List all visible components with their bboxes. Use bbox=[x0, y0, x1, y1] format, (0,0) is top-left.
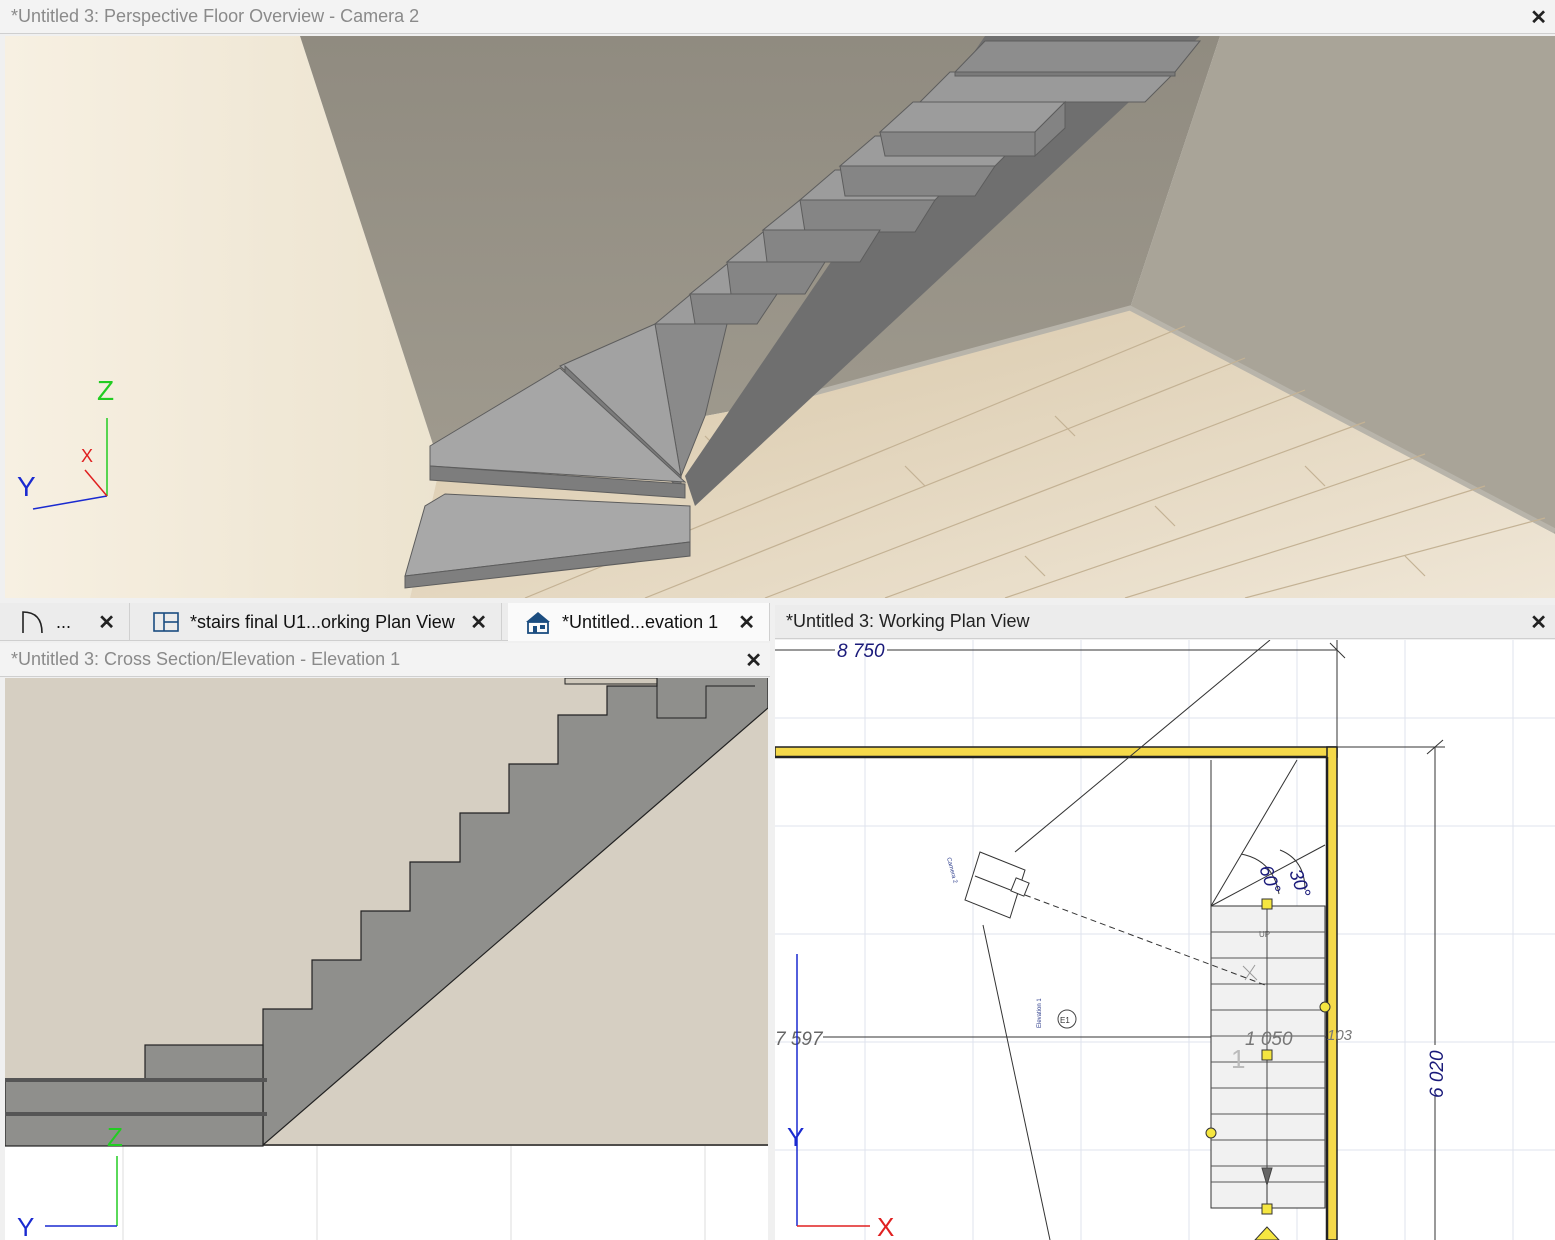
close-tab-arc-icon[interactable]: ✕ bbox=[98, 610, 115, 635]
elevation-view[interactable]: Z Y bbox=[5, 678, 768, 1240]
plan-axis-y-label: Y bbox=[787, 1122, 804, 1152]
dim-angle-b: 30° bbox=[1284, 867, 1314, 902]
elevation-window-title: *Untitled 3: Cross Section/Elevation - E… bbox=[11, 649, 401, 669]
elevation-window-titlebar[interactable]: *Untitled 3: Cross Section/Elevation - E… bbox=[0, 643, 770, 677]
plan-up-label: UP bbox=[1259, 930, 1270, 939]
camera-window-title: *Untitled 3: Perspective Floor Overview … bbox=[11, 6, 420, 26]
plan-axis-x-label: X bbox=[877, 1212, 894, 1240]
dim-left-offset: 7 597 bbox=[775, 1029, 824, 1050]
elevation-house-icon bbox=[526, 612, 550, 634]
dim-small: 103 bbox=[1327, 1027, 1353, 1044]
elevation-drawing: Z Y bbox=[5, 678, 768, 1240]
view-tab-strip: ... ✕ *stairs final U1...orking Plan Vie… bbox=[0, 603, 770, 641]
tab-stairs-plan-label: *stairs final U1...orking Plan View bbox=[190, 611, 455, 632]
close-plan-window-icon[interactable]: ✕ bbox=[1530, 610, 1547, 635]
plan-camera-label: Camera 2 bbox=[945, 857, 958, 885]
close-camera-window-icon[interactable]: ✕ bbox=[1530, 5, 1547, 30]
plan-window-title: *Untitled 3: Working Plan View bbox=[786, 611, 1030, 631]
tab-elevation-label: *Untitled...evation 1 bbox=[562, 611, 719, 632]
plan-view-icon bbox=[153, 612, 179, 632]
close-elevation-window-icon[interactable]: ✕ bbox=[745, 648, 762, 673]
camera-window-titlebar[interactable]: *Untitled 3: Perspective Floor Overview … bbox=[0, 0, 1555, 34]
camera-axis-z-label: Z bbox=[97, 375, 114, 406]
elevation-axis-y-label: Y bbox=[17, 1212, 34, 1240]
plan-elevation-label: Elevation 1 bbox=[1037, 998, 1043, 1028]
plan-view[interactable]: E1 Elevation 1 Camera 2 UP 8 750 7 597 1… bbox=[775, 640, 1555, 1240]
close-tab-elevation-icon[interactable]: ✕ bbox=[738, 610, 755, 635]
dim-stair-width: 1 050 bbox=[1245, 1029, 1293, 1050]
camera-3d-view[interactable]: Z X Y bbox=[5, 36, 1555, 598]
plan-drawing: E1 Elevation 1 Camera 2 UP 8 750 7 597 1… bbox=[775, 640, 1555, 1240]
tab-elevation[interactable]: *Untitled...evation 1 ✕ bbox=[508, 603, 770, 641]
camera-render: Z X Y bbox=[5, 36, 1555, 598]
tab-stairs-plan[interactable]: *stairs final U1...orking Plan View ✕ bbox=[138, 603, 502, 641]
dim-angle-a: 60° bbox=[1254, 863, 1284, 898]
camera-axis-x-label: X bbox=[81, 446, 93, 466]
camera-axis-y-label: Y bbox=[17, 471, 36, 502]
dim-top-width: 8 750 bbox=[837, 641, 885, 662]
plan-elev-marker-label: E1 bbox=[1060, 1016, 1070, 1025]
arc-icon bbox=[22, 611, 43, 634]
tab-arc[interactable]: ... ✕ bbox=[8, 603, 130, 641]
plan-window-titlebar[interactable]: *Untitled 3: Working Plan View ✕ bbox=[775, 605, 1555, 639]
dim-height: 6 020 bbox=[1427, 1050, 1448, 1098]
stair-number: 1 bbox=[1231, 1044, 1245, 1074]
elevation-axis-z-label: Z bbox=[107, 1122, 123, 1152]
tab-arc-label: ... bbox=[56, 611, 72, 632]
close-tab-stairs-plan-icon[interactable]: ✕ bbox=[470, 610, 487, 635]
